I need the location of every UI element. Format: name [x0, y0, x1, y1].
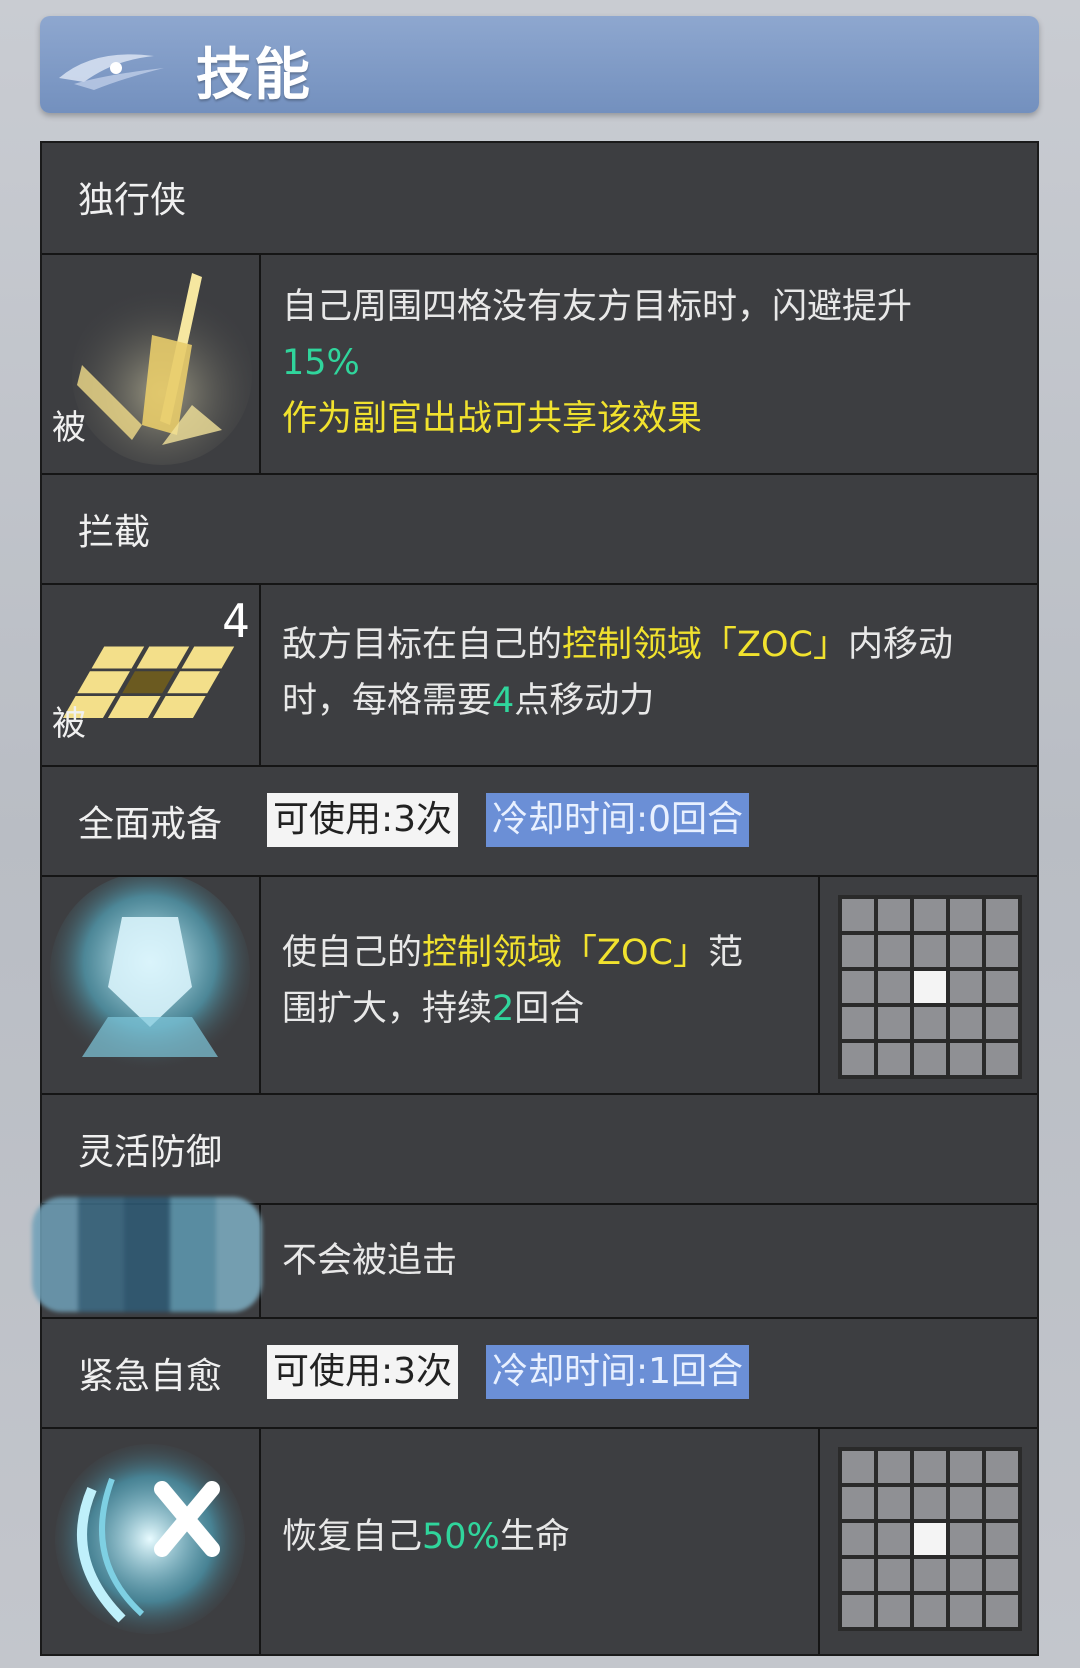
- page-title: 技能: [196, 43, 312, 108]
- emblem-icon: [59, 54, 164, 90]
- skill-name: 拦截: [78, 512, 151, 553]
- desc-value: 2: [492, 989, 515, 1029]
- passive-badge: 被: [52, 408, 86, 448]
- skill-description: 使自己的控制领域「ZOC」范 围扩大，持续2回合: [282, 925, 743, 1037]
- skill-body-row: 被 自己周围四格没有友方目标时，闪避提升 15% 作为副官出战可共享该效果: [42, 255, 1037, 475]
- skill-name-row: 独行侠: [42, 143, 1037, 255]
- skill-name: 独行侠: [78, 180, 187, 221]
- cooldown-badge: 冷却时间:1回合: [486, 1345, 750, 1399]
- skill-body-row: 不会被追击: [32, 1197, 1037, 1319]
- desc-text: 范: [707, 933, 743, 973]
- skill-description: 不会被追击: [282, 1241, 458, 1281]
- range-grid-cell: [818, 1429, 1037, 1654]
- icon-number: 4: [222, 594, 250, 648]
- blurred-icon: [32, 1197, 262, 1312]
- zoc-keyword: 控制领域「ZOC」: [422, 933, 708, 973]
- heal-icon: [55, 1444, 245, 1634]
- desc-text: 敌方目标在自己的: [282, 625, 563, 665]
- skill-body-row: 4 被 敌方目标在自己的控制领域「ZOC」内移动 时，每格需要4点移动力: [42, 585, 1037, 767]
- skill-body-row: 使自己的控制领域「ZOC」范 围扩大，持续2回合: [42, 877, 1037, 1095]
- skill-icon-cell: [42, 1429, 261, 1654]
- range-grid-cell: [818, 877, 1037, 1093]
- desc-text: 时，每格需要: [282, 681, 493, 721]
- skill-body-row: 恢复自己50%生命: [42, 1429, 1037, 1654]
- desc-text: 回合: [514, 989, 585, 1029]
- range-grid: [838, 1447, 1022, 1631]
- desc-value: 50%: [422, 1517, 500, 1557]
- desc-line: 围扩大，持续2回合: [282, 981, 743, 1037]
- skills-panel: 独行侠 被 自己周围四格没有友方目标时，闪避提升 15% 作为副官出战可共享该效…: [32, 141, 1039, 1656]
- desc-text: 围扩大，持续: [282, 989, 493, 1029]
- skill-icon-cell: [32, 1197, 262, 1317]
- zoc-keyword: 控制领域「ZOC」: [562, 625, 848, 665]
- uses-badge: 可使用:3次: [267, 793, 459, 847]
- cooldown-badge: 冷却时间:0回合: [486, 793, 750, 847]
- desc-text: 使自己的: [282, 933, 423, 973]
- desc-value: 15%: [282, 343, 360, 383]
- desc-text: 恢复自己: [282, 1517, 423, 1557]
- desc-text: 点移动力: [514, 681, 655, 721]
- passive-badge: 被: [52, 704, 86, 744]
- skill-name-row: 紧急自愈 可使用:3次 冷却时间:1回合: [42, 1319, 1037, 1429]
- shield-burst-icon: [50, 877, 250, 1072]
- desc-value: 4: [492, 681, 515, 721]
- skill-name-row: 全面戒备 可使用:3次 冷却时间:0回合: [42, 767, 1037, 877]
- desc-line: 使自己的控制领域「ZOC」范: [282, 925, 743, 981]
- uses-badge: 可使用:3次: [267, 1345, 459, 1399]
- desc-text: 内移动: [847, 625, 953, 665]
- desc-line: 敌方目标在自己的控制领域「ZOC」内移动: [282, 617, 953, 673]
- skill-name: 灵活防御: [78, 1132, 223, 1173]
- desc-line: 时，每格需要4点移动力: [282, 673, 953, 729]
- skill-icon-cell: [42, 877, 261, 1093]
- desc-line: 作为副官出战可共享该效果: [282, 399, 703, 439]
- skill-icon-cell: 4 被: [42, 585, 261, 765]
- skill-icon-cell: 被: [42, 255, 261, 473]
- skill-name: 紧急自愈: [78, 1356, 223, 1397]
- skill-description: 恢复自己50%生命: [282, 1509, 570, 1565]
- skill-description: 敌方目标在自己的控制领域「ZOC」内移动 时，每格需要4点移动力: [282, 617, 953, 729]
- skill-name: 全面戒备: [78, 804, 223, 845]
- desc-text: 生命: [499, 1517, 570, 1557]
- range-grid: [838, 895, 1022, 1079]
- skill-name-row: 灵活防御: [42, 1095, 1037, 1205]
- skill-description: 自己周围四格没有友方目标时，闪避提升 15% 作为副官出战可共享该效果: [282, 279, 912, 447]
- section-header: 技能: [40, 16, 1039, 113]
- skill-name-row: 拦截: [42, 475, 1037, 585]
- desc-line: 自己周围四格没有友方目标时，闪避提升: [282, 287, 913, 327]
